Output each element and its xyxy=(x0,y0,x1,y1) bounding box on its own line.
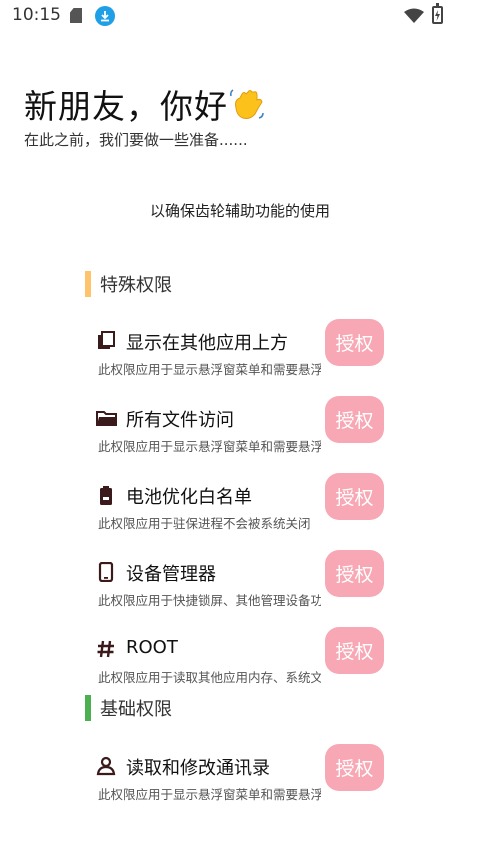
permission-item-root: ROOT 此权限应用于读取其他应用内存、系统文件 授权 xyxy=(96,627,396,696)
status-time: 10:15 xyxy=(12,5,61,25)
greeting-text: 新朋友，你好 xyxy=(24,87,228,126)
permission-item-battery: 电池优化白名单 此权限应用于驻保进程不会被系统关闭 授权 xyxy=(96,473,396,542)
section-accent-bar xyxy=(85,695,91,721)
special-permissions-header: 特殊权限 xyxy=(85,270,172,298)
permission-title: 读取和修改通讯录 xyxy=(126,758,270,779)
sim-card-icon xyxy=(70,8,82,23)
greeting-title: 新朋友，你好 xyxy=(24,80,266,128)
basic-permissions-header: 基础权限 xyxy=(85,694,172,722)
grant-button[interactable]: 授权 xyxy=(325,473,384,520)
hash-icon xyxy=(96,639,118,661)
grant-button[interactable]: 授权 xyxy=(325,396,384,443)
purpose-text: 以确保齿轮辅助功能的使用 xyxy=(149,202,330,220)
layers-icon xyxy=(96,331,118,353)
waving-hand-icon xyxy=(228,86,266,124)
permission-item-overlay: 显示在其他应用上方 此权限应用于显示悬浮窗菜单和需要悬浮窗的功能 授权 xyxy=(96,319,396,388)
download-icon xyxy=(95,6,115,26)
permission-title: 设备管理器 xyxy=(126,564,216,585)
grant-button[interactable]: 授权 xyxy=(325,550,384,597)
permission-description: 此权限应用于显示悬浮窗菜单和需要悬浮窗的功能 xyxy=(98,787,321,802)
folder-icon xyxy=(96,408,118,430)
section-title: 特殊权限 xyxy=(100,275,172,296)
grant-button[interactable]: 授权 xyxy=(325,319,384,366)
contact-icon xyxy=(96,756,118,778)
permission-description: 此权限应用于显示悬浮窗菜单和需要悬浮窗的功能 xyxy=(98,362,321,377)
permission-item-device-admin: 设备管理器 此权限应用于快捷锁屏、其他管理设备功能 授权 xyxy=(96,550,396,619)
permission-description: 此权限应用于读取其他应用内存、系统文件 xyxy=(98,670,321,685)
phone-icon xyxy=(96,561,118,584)
grant-button[interactable]: 授权 xyxy=(325,627,384,674)
battery-charging-icon xyxy=(432,3,443,24)
permission-title: 显示在其他应用上方 xyxy=(126,333,288,354)
battery-icon xyxy=(96,485,118,507)
permission-description: 此权限应用于快捷锁屏、其他管理设备功能 xyxy=(98,593,321,608)
permission-item-contacts: 读取和修改通讯录 此权限应用于显示悬浮窗菜单和需要悬浮窗的功能 授权 xyxy=(96,744,396,813)
grant-button[interactable]: 授权 xyxy=(325,744,384,791)
subtitle: 在此之前，我们要做一些准备...... xyxy=(24,131,248,149)
permission-title: 所有文件访问 xyxy=(126,410,234,431)
permission-description: 此权限应用于驻保进程不会被系统关闭 xyxy=(98,516,311,531)
permission-description: 此权限应用于显示悬浮窗菜单和需要悬浮窗的功能 xyxy=(98,439,321,454)
section-title: 基础权限 xyxy=(100,699,172,720)
status-bar: 10:15 xyxy=(0,0,480,32)
wifi-icon xyxy=(404,8,424,28)
section-accent-bar xyxy=(85,271,91,297)
permission-item-file-access: 所有文件访问 此权限应用于显示悬浮窗菜单和需要悬浮窗的功能 授权 xyxy=(96,396,396,465)
permission-title: 电池优化白名单 xyxy=(126,487,252,508)
permission-title: ROOT xyxy=(126,637,178,658)
